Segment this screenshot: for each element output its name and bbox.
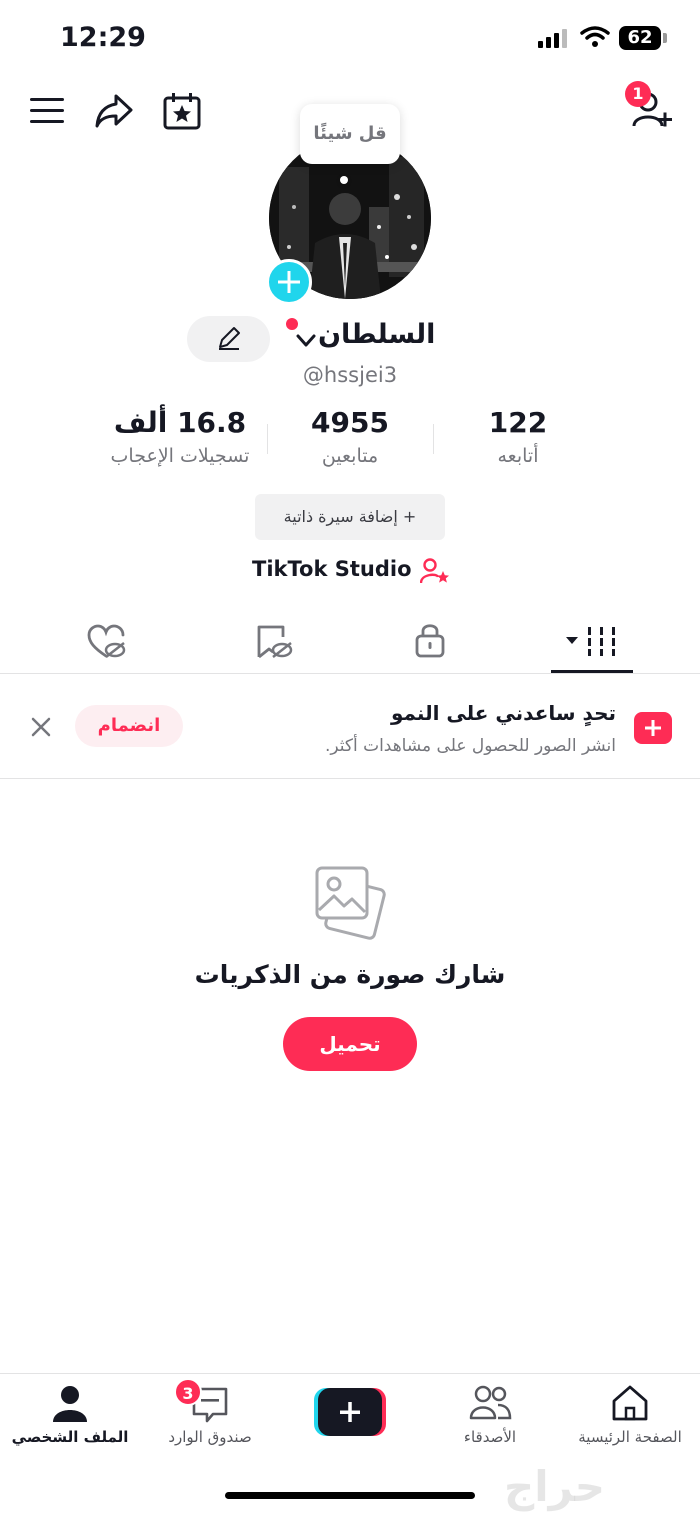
following-count: 122 [488, 406, 548, 439]
tab-private[interactable] [414, 622, 446, 658]
battery-tip [663, 33, 667, 43]
lock-icon [415, 624, 445, 658]
share-icon[interactable] [94, 92, 134, 130]
watermark: حراج [504, 1462, 606, 1511]
tab-favorites[interactable] [254, 624, 294, 660]
chevron-down-icon[interactable] [296, 334, 316, 348]
friends-icon [469, 1385, 512, 1420]
followers-count: 4955 [311, 406, 389, 439]
stats-divider [433, 424, 434, 454]
challenge-banner[interactable]: تحدٍ ساعدني على النمو انشر الصور للحصول … [0, 674, 700, 778]
liked-hidden-icon [87, 624, 126, 658]
nav-friends[interactable]: الأصدقاء [420, 1380, 560, 1450]
edit-profile-button[interactable] [187, 316, 270, 362]
likes-stat[interactable]: 16.8 ألف تسجيلات الإعجاب [90, 406, 270, 467]
add-bio-button[interactable]: + إضافة سيرة ذاتية [255, 494, 445, 540]
nav-profile-label: الملف الشخصي [11, 1428, 129, 1446]
create-button[interactable] [314, 1388, 386, 1436]
close-icon[interactable] [30, 716, 52, 738]
speech-bubble-tail [340, 176, 348, 184]
grid-icon [566, 627, 615, 656]
display-name[interactable]: السلطان [318, 319, 435, 350]
challenge-subtitle: انشر الصور للحصول على مشاهدات أكثر. [324, 736, 616, 756]
add-avatar-button[interactable] [266, 259, 312, 305]
inbox-badge: 3 [174, 1378, 202, 1406]
bottom-nav-divider [0, 1373, 700, 1374]
status-dot [286, 318, 298, 330]
photos-icon [312, 862, 388, 942]
tiktok-studio-link[interactable]: TikTok Studio [252, 556, 452, 586]
profile-icon [53, 1386, 87, 1422]
nav-friends-label: الأصدقاء [463, 1428, 517, 1446]
wifi-icon [580, 25, 610, 49]
username: @hssjei3 [302, 363, 398, 387]
likes-count: 16.8 ألف [113, 406, 247, 439]
followers-label: متابعين [321, 445, 379, 467]
status-time: 12:29 [60, 22, 146, 53]
challenge-title: تحدٍ ساعدني على النمو [390, 701, 616, 725]
nav-profile[interactable]: الملف الشخصي [0, 1380, 140, 1450]
join-button[interactable]: انضمام [75, 705, 183, 747]
plus-icon [278, 271, 300, 293]
battery-icon: 62 [619, 26, 661, 50]
banner-divider [0, 778, 700, 779]
challenge-icon [634, 712, 672, 744]
speech-bubble-text: قل شيئًا [313, 123, 387, 144]
following-label: أتابعه [497, 445, 539, 467]
menu-icon[interactable] [30, 96, 64, 126]
empty-state-title: شارك صورة من الذكريات [194, 960, 506, 989]
nav-home[interactable]: الصفحة الرئيسية [560, 1380, 700, 1450]
signal-icon [538, 28, 570, 48]
upload-button[interactable]: تحميل [283, 1017, 417, 1071]
bookmark-hidden-icon [257, 625, 293, 659]
pencil-icon [219, 327, 240, 350]
followers-stat[interactable]: 4955 متابعين [275, 406, 425, 467]
home-indicator [225, 1492, 475, 1499]
nav-home-label: الصفحة الرئيسية [578, 1428, 682, 1446]
speech-bubble[interactable]: قل شيئًا [300, 104, 400, 164]
tab-videos[interactable] [564, 624, 620, 658]
creator-star-icon [420, 558, 449, 584]
battery-level: 62 [627, 27, 653, 48]
notification-badge: 1 [625, 81, 651, 107]
home-icon [612, 1385, 648, 1421]
plus-icon [340, 1402, 360, 1422]
following-stat[interactable]: 122 أتابعه [443, 406, 593, 467]
studio-label: TikTok Studio [252, 557, 412, 581]
likes-label: تسجيلات الإعجاب [110, 445, 250, 467]
nav-inbox[interactable]: صندوق الوارد [140, 1380, 280, 1450]
calendar-star-icon[interactable] [162, 92, 202, 130]
tab-liked[interactable] [87, 624, 127, 660]
nav-inbox-label: صندوق الوارد [168, 1428, 252, 1446]
